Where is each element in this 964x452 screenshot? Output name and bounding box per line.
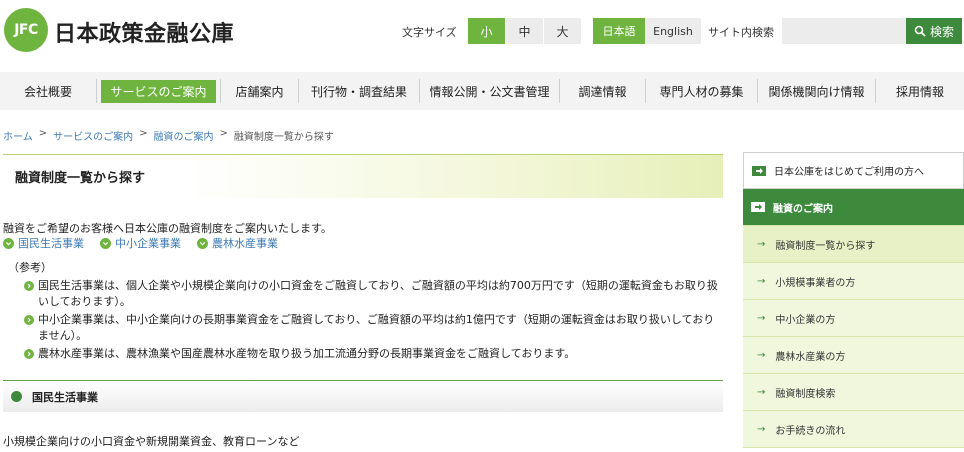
sidebar-item-small-business[interactable]: → 小規模事業者の方 bbox=[743, 263, 964, 300]
sidebar-item-loans[interactable]: 融資のご案内 bbox=[743, 189, 964, 226]
nav-item-label: 店舗案内 bbox=[235, 84, 284, 99]
sidebar-item-label: 融資制度一覧から探す bbox=[775, 240, 876, 252]
sidebar-item-procedure[interactable]: → お手続きの流れ bbox=[743, 411, 964, 448]
chevron-right-icon: → bbox=[757, 349, 766, 361]
sidebar-item-loan-list[interactable]: → 融資制度一覧から探す bbox=[743, 226, 964, 263]
breadcrumb-separator: > bbox=[139, 128, 148, 139]
list-item: 農林水産事業は、農林漁業や国産農林水産物を取り扱う加工流通分野の長期事業資金をご… bbox=[24, 346, 724, 362]
font-size-large-button[interactable]: 大 bbox=[544, 18, 582, 44]
chevron-down-circle-icon bbox=[3, 237, 14, 249]
nav-item-label: 関係機関向け情報 bbox=[768, 84, 865, 99]
jfc-logo-icon[interactable]: JFC bbox=[4, 8, 48, 52]
section-heading: 国民生活事業 bbox=[3, 380, 723, 412]
sidebar-item-label: 融資のご案内 bbox=[773, 203, 833, 215]
link-sme[interactable]: 中小企業事業 bbox=[100, 235, 181, 251]
chevron-right-circle-icon bbox=[24, 349, 34, 359]
intro-text: 融資をご希望のお客様へ日本公庫の融資制度をご案内いたします。 bbox=[3, 222, 332, 235]
section-text: 小規模企業向けの小口資金や新規開業資金、教育ローンなど bbox=[3, 435, 300, 448]
site-search-label: サイト内検索 bbox=[708, 26, 774, 39]
nav-item-procurement[interactable]: 調達情報 bbox=[560, 79, 646, 103]
list-item: 国民生活事業は、個人企業や小規模企業向けの小口資金をご融資しており、ご融資額の平… bbox=[24, 278, 724, 310]
site-logo-text[interactable]: 日本政策金融公庫 bbox=[54, 16, 234, 48]
reference-label: （参考） bbox=[8, 261, 52, 274]
section-title: 国民生活事業 bbox=[32, 390, 98, 404]
sidebar-item-loan-search[interactable]: → 融資制度検索 bbox=[743, 374, 964, 411]
breadcrumb-separator: > bbox=[38, 128, 48, 139]
lang-english-button[interactable]: English bbox=[645, 18, 701, 44]
nav-item-disclosure[interactable]: 情報公開・公文書管理 bbox=[420, 79, 560, 103]
search-button[interactable]: 検索 bbox=[906, 18, 962, 44]
search-button-label: 検索 bbox=[929, 24, 954, 39]
business-links: 国民生活事業 中小企業事業 農林水産事業 bbox=[3, 235, 278, 251]
link-label: 中小企業事業 bbox=[115, 237, 181, 250]
chevron-right-icon: → bbox=[757, 386, 766, 398]
sidebar-item-label: お手続きの流れ bbox=[775, 425, 846, 437]
arrow-right-icon bbox=[751, 202, 765, 212]
nav-item-recruit[interactable]: 採用情報 bbox=[876, 79, 964, 103]
search-icon bbox=[914, 25, 926, 37]
chevron-down-circle-icon bbox=[100, 237, 111, 249]
font-size-label: 文字サイズ bbox=[402, 26, 457, 39]
nav-item-specialists[interactable]: 専門人材の募集 bbox=[646, 79, 758, 103]
nav-item-label: 調達情報 bbox=[578, 84, 627, 99]
site-search-input[interactable] bbox=[782, 18, 906, 44]
page-title-box: 融資制度一覧から探す bbox=[3, 154, 723, 198]
link-national-life[interactable]: 国民生活事業 bbox=[3, 235, 84, 251]
sidebar: 日本公庫をはじめてご利用の方へ 融資のご案内 → 融資制度一覧から探す → 小規… bbox=[743, 152, 964, 452]
list-item-text: 農林水産事業は、農林漁業や国産農林水産物を取り扱う加工流通分野の長期事業資金をご… bbox=[38, 347, 576, 360]
nav-item-label: 刊行物・調査結果 bbox=[310, 84, 407, 99]
breadcrumb-services-link[interactable]: サービスのご案内 bbox=[53, 128, 133, 143]
language-switcher: 日本語 English bbox=[593, 18, 701, 44]
site-header: JFC 日本政策金融公庫 文字サイズ 小 中 大 日本語 English サイト… bbox=[0, 0, 964, 62]
font-size-small-button[interactable]: 小 bbox=[468, 18, 506, 44]
link-agriculture[interactable]: 農林水産事業 bbox=[197, 235, 278, 251]
page-title: 融資制度一覧から探す bbox=[15, 171, 146, 186]
chevron-right-icon: → bbox=[757, 275, 766, 287]
font-size-medium-button[interactable]: 中 bbox=[506, 18, 544, 44]
nav-item-partners[interactable]: 関係機関向け情報 bbox=[758, 79, 876, 103]
reference-list: 国民生活事業は、個人企業や小規模企業向けの小口資金をご融資しており、ご融資額の平… bbox=[24, 278, 724, 364]
list-item: 中小企業事業は、中小企業向けの長期事業資金をご融資しており、ご融資額の平均は約1… bbox=[24, 312, 724, 344]
breadcrumb-loans-link[interactable]: 融資のご案内 bbox=[153, 128, 213, 143]
breadcrumb: ホーム > サービスのご案内 > 融資のご案内 > 融資制度一覧から探す bbox=[3, 128, 334, 143]
sidebar-item-first-time[interactable]: 日本公庫をはじめてご利用の方へ bbox=[743, 152, 964, 189]
breadcrumb-separator: > bbox=[219, 128, 228, 139]
bullet-dot-icon bbox=[11, 391, 22, 402]
chevron-right-circle-icon bbox=[24, 315, 34, 325]
lang-japanese-button[interactable]: 日本語 bbox=[593, 18, 645, 44]
nav-item-company[interactable]: 会社概要 bbox=[0, 79, 97, 103]
nav-item-services[interactable]: サービスのご案内 bbox=[97, 79, 221, 103]
chevron-right-circle-icon bbox=[24, 281, 34, 291]
sidebar-item-label: 日本公庫をはじめてご利用の方へ bbox=[774, 167, 924, 178]
link-label: 農林水産事業 bbox=[212, 237, 278, 250]
sidebar-item-agriculture[interactable]: → 農林水産業の方 bbox=[743, 337, 964, 374]
nav-item-branches[interactable]: 店舗案内 bbox=[221, 79, 299, 103]
chevron-right-icon: → bbox=[757, 423, 766, 435]
global-nav: 会社概要 サービスのご案内 店舗案内 刊行物・調査結果 情報公開・公文書管理 調… bbox=[0, 72, 964, 110]
font-size-switcher: 小 中 大 bbox=[468, 18, 582, 44]
list-item-text: 中小企業事業は、中小企業向けの長期事業資金をご融資しており、ご融資額の平均は約1… bbox=[38, 313, 715, 342]
nav-item-label: 情報公開・公文書管理 bbox=[429, 84, 550, 99]
chevron-right-icon: → bbox=[757, 238, 766, 250]
nav-item-label: 会社概要 bbox=[23, 84, 72, 99]
sidebar-item-label: 融資制度検索 bbox=[775, 388, 836, 400]
chevron-down-circle-icon bbox=[197, 237, 208, 249]
nav-item-label: 採用情報 bbox=[895, 84, 944, 99]
link-label: 国民生活事業 bbox=[18, 237, 84, 250]
sidebar-item-sme[interactable]: → 中小企業の方 bbox=[743, 300, 964, 337]
arrow-right-icon bbox=[752, 165, 766, 176]
breadcrumb-home-link[interactable]: ホーム bbox=[3, 128, 33, 143]
breadcrumb-current: 融資制度一覧から探す bbox=[233, 132, 334, 143]
sidebar-item-label: 中小企業の方 bbox=[775, 314, 836, 326]
list-item-text: 国民生活事業は、個人企業や小規模企業向けの小口資金をご融資しており、ご融資額の平… bbox=[38, 279, 718, 308]
nav-item-label: 専門人材の募集 bbox=[659, 84, 744, 99]
sidebar-item-label: 農林水産業の方 bbox=[775, 351, 846, 363]
nav-item-publications[interactable]: 刊行物・調査結果 bbox=[299, 79, 420, 103]
nav-item-label: サービスのご案内 bbox=[101, 79, 216, 103]
chevron-right-icon: → bbox=[757, 312, 766, 324]
sidebar-item-label: 小規模事業者の方 bbox=[775, 277, 856, 289]
